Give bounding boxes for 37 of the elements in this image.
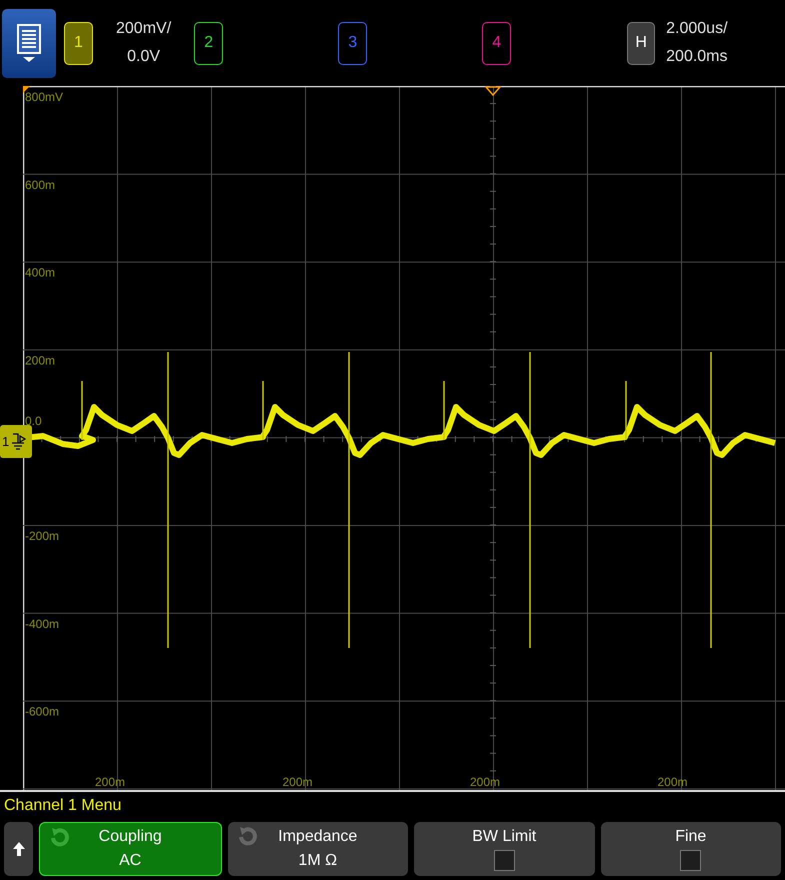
- menu-button[interactable]: [2, 8, 56, 78]
- channel-button[interactable]: 4: [482, 22, 512, 64]
- channel-scale: 200mV/: [116, 19, 172, 39]
- channel-button[interactable]: 3: [338, 22, 368, 64]
- y-axis-label: 800mV: [25, 90, 64, 104]
- y-axis-label: -600m: [25, 704, 60, 719]
- up-arrow-icon: [12, 842, 24, 856]
- softkey[interactable]: Impedance 1M Ω: [228, 822, 408, 876]
- x-axis-label: 200m: [282, 775, 313, 789]
- softkey[interactable]: BW Limit: [414, 822, 594, 876]
- back-button[interactable]: [4, 822, 33, 876]
- y-axis-label: 0.0: [25, 414, 42, 428]
- horizontal-button[interactable]: H: [627, 22, 656, 64]
- y-axis-label: -400m: [25, 616, 60, 631]
- trigger-marker-icon: [484, 86, 502, 96]
- x-axis-label: 200m: [470, 775, 500, 789]
- top-reference-marker-icon: [23, 86, 30, 93]
- ground-marker-label: 1: [2, 432, 10, 451]
- channel-button[interactable]: 1: [64, 22, 93, 64]
- channel-button[interactable]: 2: [194, 22, 224, 64]
- y-axis-label: 200m: [25, 353, 56, 368]
- x-axis-label: 200m: [658, 775, 688, 789]
- ground-icon: [10, 432, 26, 452]
- x-axis-label: 200m: [95, 775, 126, 789]
- checkbox[interactable]: [494, 850, 515, 871]
- menu-icon: [16, 23, 42, 63]
- time-scale: 2.000us/: [666, 19, 728, 39]
- channel-offset: 0.0V: [127, 47, 160, 67]
- rotate-icon: [48, 827, 72, 847]
- softkey[interactable]: Coupling AC: [39, 822, 222, 876]
- softkey[interactable]: Fine: [600, 822, 781, 876]
- y-axis-label: -200m: [25, 529, 60, 543]
- checkbox[interactable]: [680, 850, 702, 871]
- menu-title: Channel 1 Menu: [4, 796, 122, 816]
- y-axis-label: 600m: [25, 178, 56, 192]
- time-delay: 200.0ms: [666, 47, 728, 67]
- y-axis-label: 400m: [25, 266, 56, 280]
